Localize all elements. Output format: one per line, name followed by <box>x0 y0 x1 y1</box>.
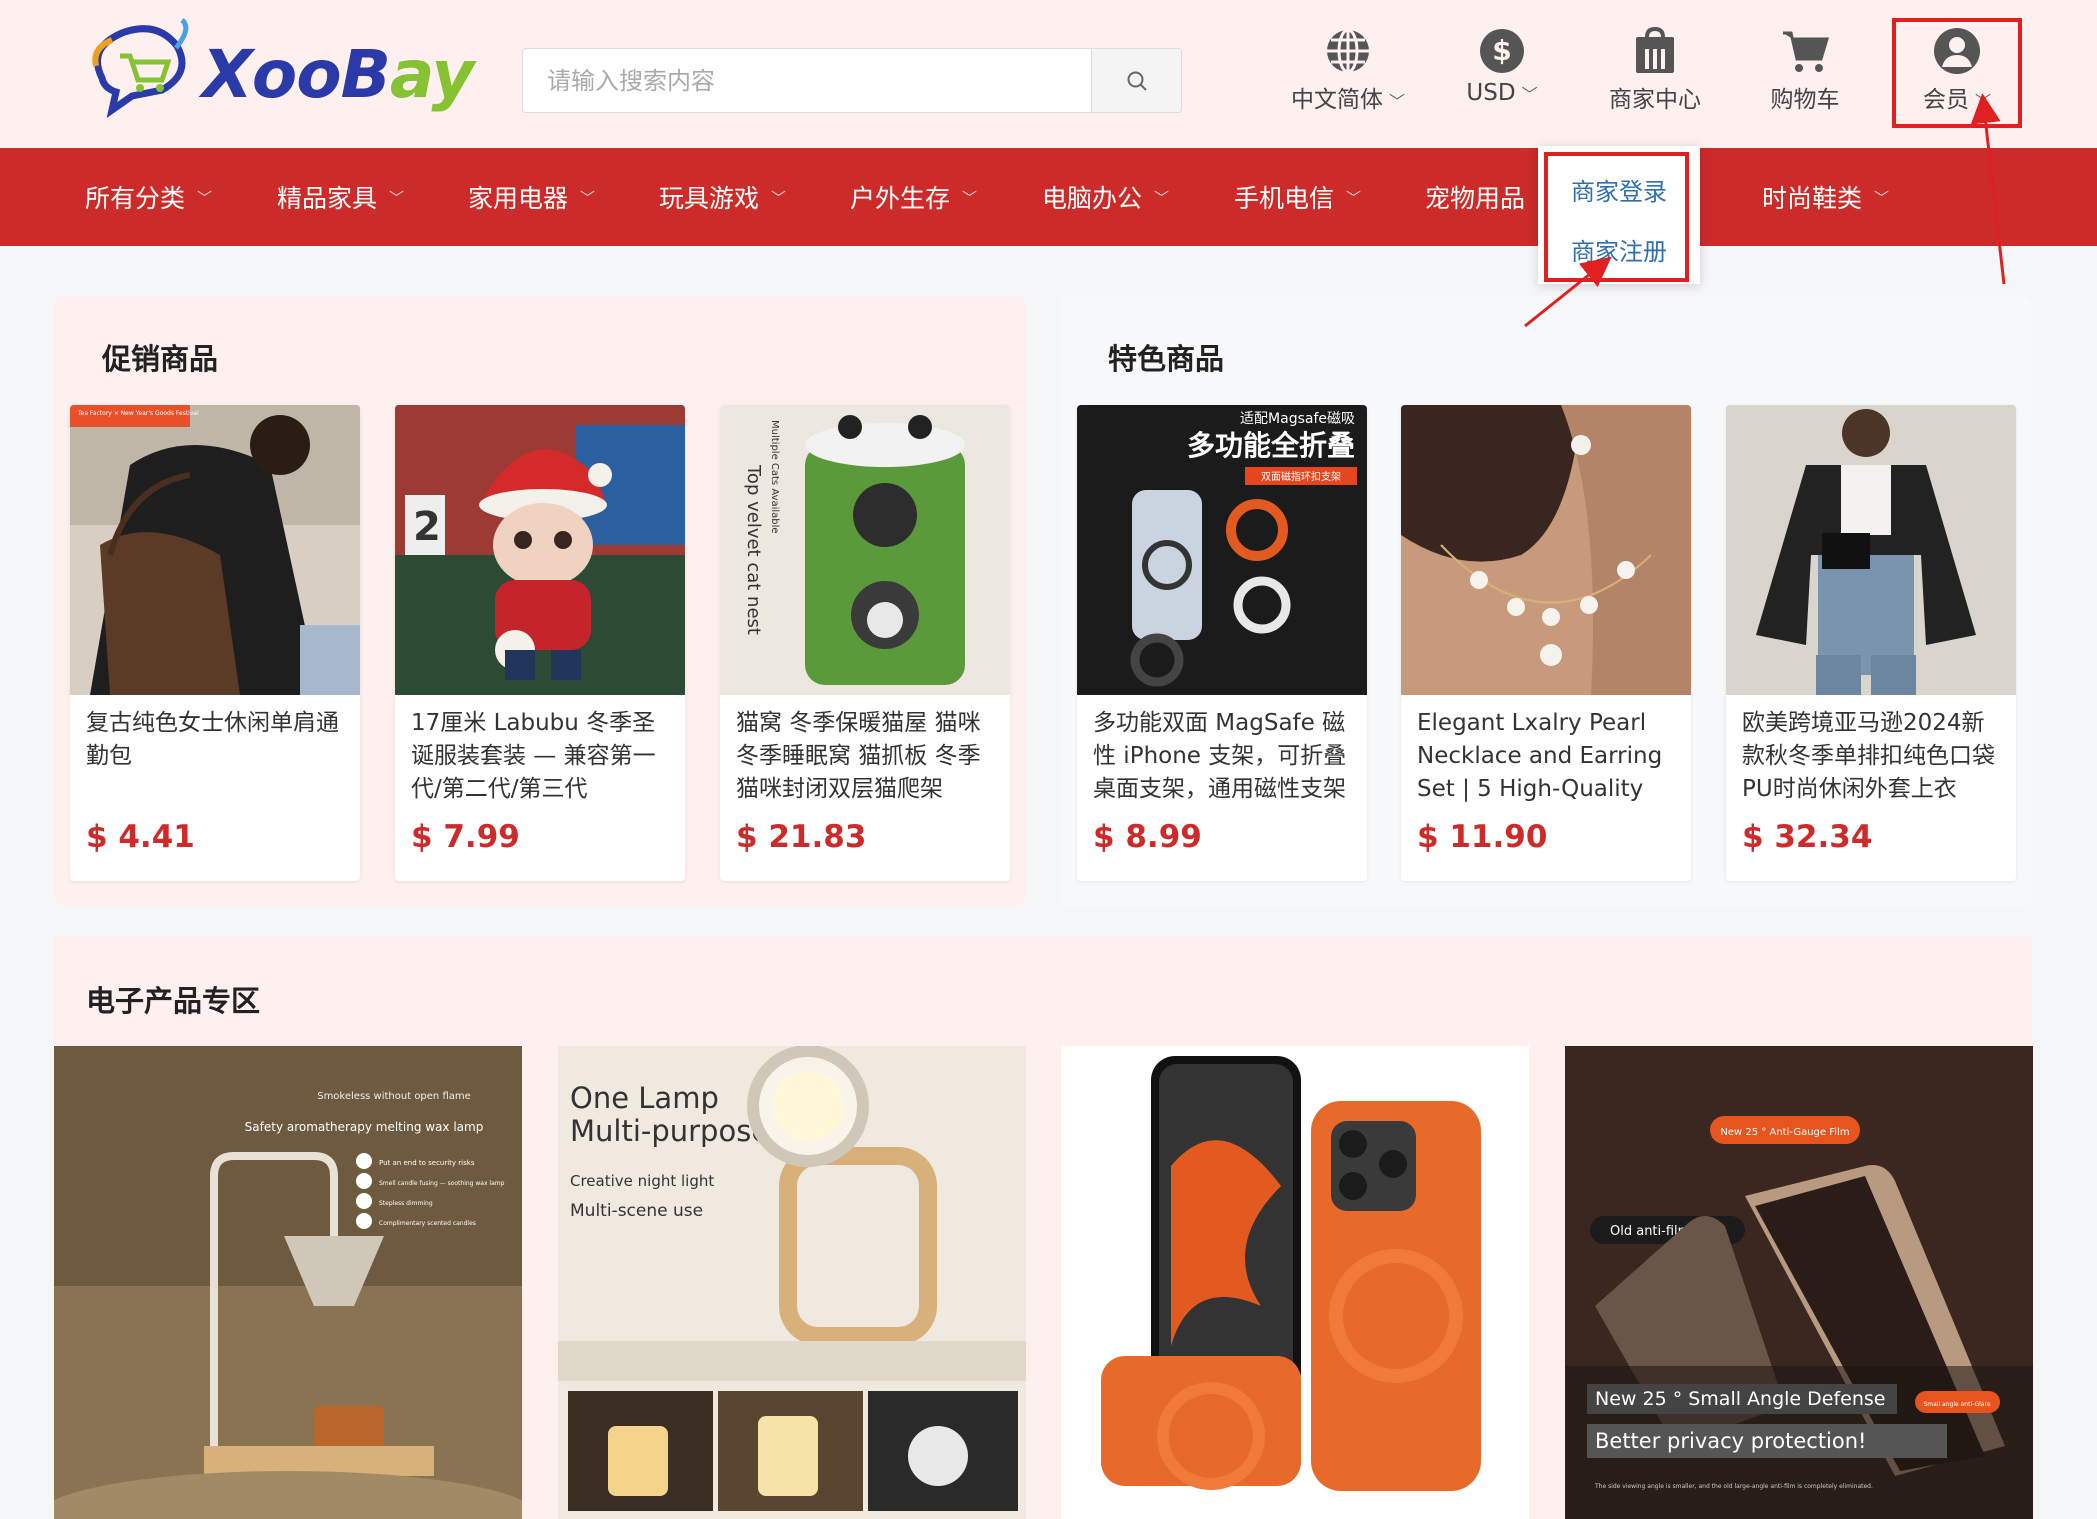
category-computer[interactable]: 电脑办公 ﹀ <box>1042 148 1169 246</box>
search-input[interactable] <box>523 49 1091 112</box>
chevron-down-icon: ﹀ <box>1388 92 1405 111</box>
product-name: 欧美跨境亚马逊2024新款秋冬季单排扣纯色口袋PU时尚休闲外套上衣 <box>1742 710 1995 802</box>
image-caption: Small angle anti-Glare <box>1923 1401 1990 1408</box>
product-price: $ 11.90 <box>1417 819 1548 855</box>
currency-selector[interactable]: $ USD ﹀ <box>1452 26 1552 116</box>
logo-text: XooBay <box>202 36 474 113</box>
product-card[interactable]: Elegant Lxalry Pearl Necklace and Earrin… <box>1401 405 1691 881</box>
category-furniture[interactable]: 精品家具 ﹀ <box>277 148 404 246</box>
electronics-item-privacy-film[interactable]: New 25 ° Anti-Gauge Film Old anti-film N… <box>1565 1046 2033 1519</box>
image-caption: One Lamp <box>570 1081 719 1115</box>
chevron-down-icon: ﹀ <box>197 188 213 207</box>
image-caption: Multiple Cats Available <box>769 420 780 534</box>
xoobay-logo[interactable]: XooBay <box>82 18 474 118</box>
category-nav: 所有分类 ﹀ 精品家具 ﹀ 家用电器 ﹀ 玩具游戏 ﹀ 户外生存 ﹀ 电脑办公 ﹀ 手机电信… <box>0 148 2097 246</box>
product-image-labubu: 2 <box>395 405 685 695</box>
product-card[interactable]: Tea Factory × New Year's Goods Festival … <box>70 405 360 881</box>
header: XooBay 中文简体﹀ $ USD﹀ 商家中心 购物车 会员﹀ <box>0 0 2097 148</box>
product-image-pearl-necklace <box>1401 405 1691 695</box>
search-bar <box>522 48 1182 113</box>
chevron-down-icon: ﹀ <box>1154 188 1170 207</box>
highlight-box <box>1892 18 2022 128</box>
cart-chat-icon <box>92 18 189 118</box>
image-caption: Top velvet cat nest <box>743 464 764 635</box>
electronics-item-night-light[interactable]: One Lamp Multi-purpose Creative night li… <box>558 1046 1026 1519</box>
cart-button[interactable]: 购物车 <box>1760 26 1850 116</box>
chevron-down-icon: ﹀ <box>1346 188 1362 207</box>
product-name: 猫窝 冬季保暖猫屋 猫咪冬季睡眠窝 猫抓板 冬季猫咪封闭双层猫爬架 <box>736 710 981 802</box>
product-name: 17厘米 Labubu 冬季圣诞服装套装 — 兼容第一代/第二代/第三代 <box>411 710 656 802</box>
image-caption: 双面磁指环扣支架 <box>1261 470 1341 483</box>
search-icon <box>1127 71 1147 91</box>
product-card[interactable]: Top velvet cat nest Multiple Cats Availa… <box>720 405 1010 881</box>
product-price: $ 21.83 <box>736 819 867 855</box>
product-price: $ 4.41 <box>86 819 195 855</box>
chevron-down-icon: ﹀ <box>389 188 405 207</box>
image-caption: Multi-purpose <box>570 1114 769 1148</box>
product-price: $ 8.99 <box>1093 819 1202 855</box>
electronics-title: 电子产品专区 <box>86 984 261 1018</box>
image-caption: Smell candle fusing — soothing wax lamp <box>379 1180 505 1187</box>
store-icon <box>1636 27 1674 73</box>
svg-text:$: $ <box>1492 34 1511 67</box>
image-caption: Put an end to security risks <box>379 1159 475 1167</box>
globe-icon <box>1327 28 1369 74</box>
merchant-center-button[interactable]: 商家中心 <box>1600 26 1710 116</box>
highlight-box <box>1544 152 1689 282</box>
category-all[interactable]: 所有分类 ﹀ <box>85 148 212 246</box>
category-pets[interactable]: 宠物用品 <box>1425 148 1525 246</box>
featured-title: 特色商品 <box>1108 342 1225 376</box>
category-phones[interactable]: 手机电信 ﹀ <box>1234 148 1361 246</box>
image-caption: Multi-scene use <box>570 1201 703 1221</box>
chevron-down-icon: ﹀ <box>1521 85 1538 104</box>
image-caption: Stepless dimming <box>379 1200 433 1207</box>
chevron-down-icon: ﹀ <box>580 188 596 207</box>
category-outdoor[interactable]: 户外生存 ﹀ <box>850 148 977 246</box>
svg-text:2: 2 <box>413 504 441 550</box>
product-card[interactable]: 2 17厘米 Labubu 冬季圣诞服装套装 — 兼容第一代/第二代/第三代 $… <box>395 405 685 881</box>
image-caption: Complimentary scented candles <box>379 1220 476 1227</box>
product-name: 复古纯色女士休闲单肩通勤包 <box>86 710 339 769</box>
product-image-phone-holder: 适配Magsafe磁吸 多功能全折叠 双面磁指环扣支架 <box>1077 405 1367 695</box>
electronics-item-phone-case[interactable] <box>1061 1046 1529 1519</box>
product-image-bag: Tea Factory × New Year's Goods Festival <box>70 405 360 695</box>
image-caption: Creative night light <box>570 1172 714 1190</box>
promo-badge-text: Tea Factory × New Year's Goods Festival <box>77 410 199 417</box>
image-caption: New 25 ° Anti-Gauge Film <box>1720 1127 1849 1138</box>
promo-title: 促销商品 <box>102 342 219 376</box>
chevron-down-icon: ﹀ <box>771 188 787 207</box>
search-button[interactable] <box>1091 49 1181 112</box>
product-image-jacket <box>1726 405 2016 695</box>
product-name: 多功能双面 MagSafe 磁性 iPhone 支架，可折叠桌面支架，通用磁性支… <box>1093 710 1347 802</box>
chevron-down-icon: ﹀ <box>1874 188 1890 207</box>
electronics-item-wax-lamp[interactable]: Smokeless without open flame Safety arom… <box>54 1046 522 1519</box>
image-caption: 适配Magsafe磁吸 <box>1240 411 1355 427</box>
chevron-down-icon: ﹀ <box>962 188 978 207</box>
language-selector[interactable]: 中文简体 ﹀ <box>1286 26 1410 116</box>
image-caption: Better privacy protection! <box>1595 1429 1866 1453</box>
product-card[interactable]: 适配Magsafe磁吸 多功能全折叠 双面磁指环扣支架 多功能双面 MagSaf… <box>1077 405 1367 881</box>
cart-icon <box>1783 31 1829 72</box>
product-price: $ 32.34 <box>1742 819 1873 855</box>
product-name: Elegant Lxalry Pearl Necklace and Earrin… <box>1417 710 1663 802</box>
image-caption: The side viewing angle is smaller, and t… <box>1594 1483 1873 1490</box>
product-card[interactable]: 欧美跨境亚马逊2024新款秋冬季单排扣纯色口袋PU时尚休闲外套上衣 $ 32.3… <box>1726 405 2016 881</box>
image-caption: Safety aromatherapy melting wax lamp <box>245 1120 484 1134</box>
category-shoes[interactable]: 时尚鞋类 ﹀ <box>1762 148 1889 246</box>
dollar-icon: $ <box>1480 29 1524 73</box>
image-caption: Smokeless without open flame <box>317 1091 471 1102</box>
image-caption: New 25 ° Small Angle Defense <box>1595 1388 1885 1410</box>
category-toys[interactable]: 玩具游戏 ﹀ <box>659 148 786 246</box>
category-appliances[interactable]: 家用电器 ﹀ <box>468 148 595 246</box>
product-image-cat-nest: Top velvet cat nest Multiple Cats Availa… <box>720 405 1010 695</box>
image-caption: 多功能全折叠 <box>1187 429 1355 462</box>
product-price: $ 7.99 <box>411 819 520 855</box>
